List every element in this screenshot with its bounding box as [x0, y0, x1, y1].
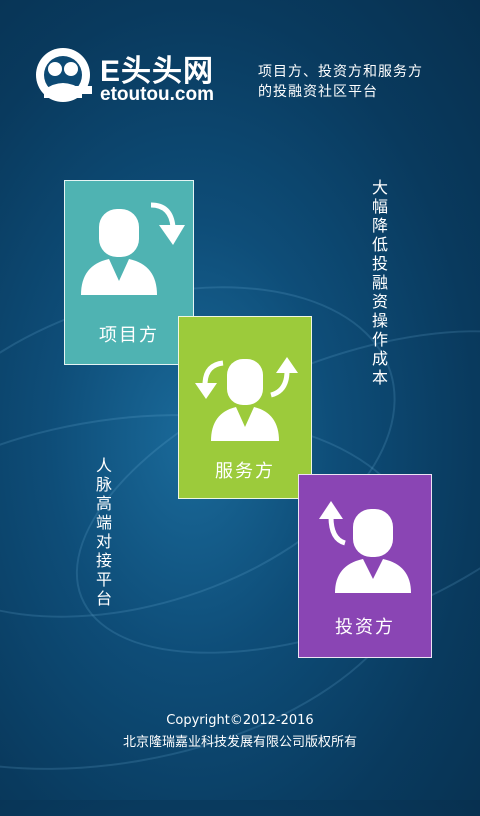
- arrow-icon: [195, 360, 224, 399]
- card-investor-label: 投资方: [335, 617, 395, 638]
- brand-domain: etoutou.com: [100, 84, 214, 105]
- footer-company: 北京隆瑞嘉业科技发展有限公司版权所有: [122, 735, 357, 750]
- vertical-slogan-left: 人脉高端对接平台: [95, 456, 112, 608]
- footer: Copyright©2012-2016 北京隆瑞嘉业科技发展有限公司版权所有: [0, 710, 480, 754]
- brand-logo: E头头网 etoutou.com: [34, 44, 224, 105]
- vertical-slogan-right: 大幅降低投融资操作成本: [371, 178, 388, 387]
- card-project[interactable]: 项目方: [64, 180, 194, 365]
- footer-copyright: Copyright©2012-2016: [166, 713, 314, 728]
- arrow-icon: [319, 501, 346, 546]
- tagline-line-2: 的投融资社区平台: [258, 84, 378, 100]
- card-project-label: 项目方: [99, 325, 159, 346]
- arrow-icon: [270, 357, 298, 398]
- card-investor[interactable]: 投资方: [298, 474, 432, 658]
- card-service-label: 服务方: [215, 461, 275, 482]
- tagline-line-1: 项目方、投资方和服务方: [258, 64, 423, 80]
- logo-icon: [36, 48, 92, 102]
- card-service[interactable]: 服务方: [178, 316, 312, 499]
- tagline: 项目方、投资方和服务方 的投融资社区平台: [258, 62, 423, 102]
- arrow-icon: [150, 202, 185, 245]
